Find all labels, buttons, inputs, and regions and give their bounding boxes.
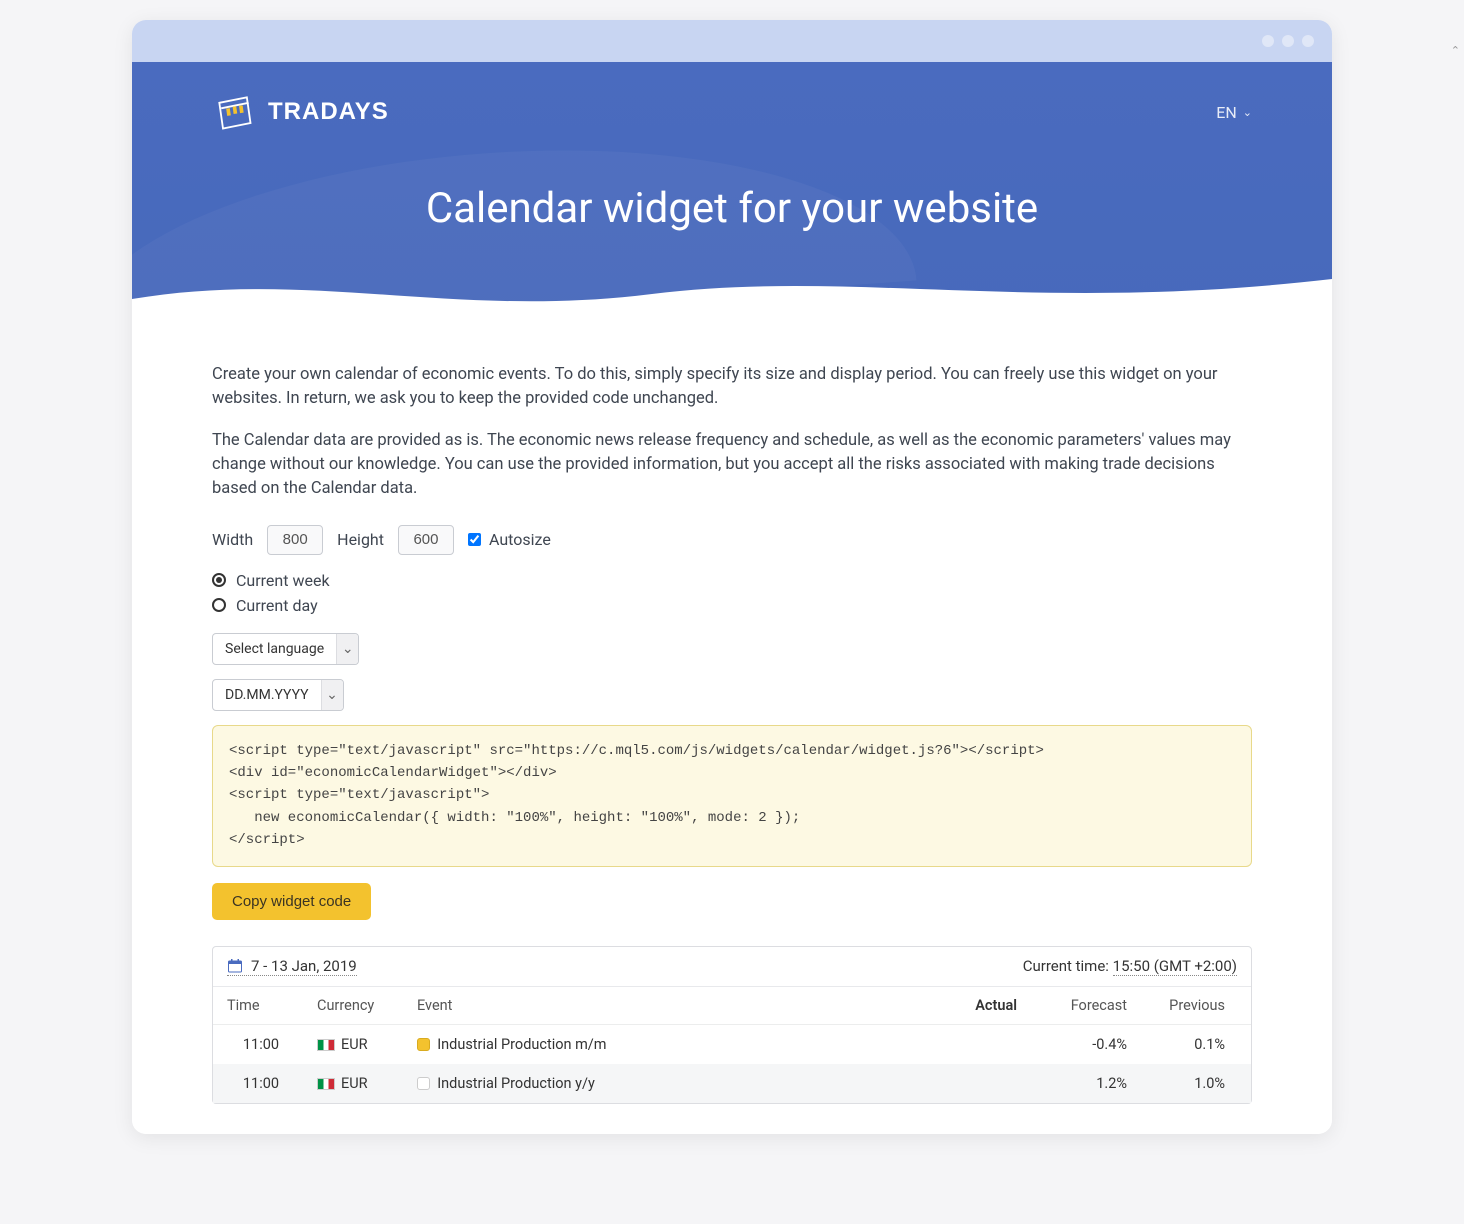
date-format-select[interactable]: DD.MM.YYYY ⌄ [212, 679, 344, 711]
date-range-text: 7 - 13 Jan, 2019 [251, 957, 357, 975]
cell-currency: EUR [303, 1024, 403, 1064]
table-header-row: Time Currency Event Actual Forecast Prev… [213, 987, 1251, 1025]
window-dot [1282, 35, 1294, 47]
current-time-label: Current time: [1023, 957, 1113, 975]
language-selector[interactable]: EN ⌄ [1216, 103, 1252, 122]
autosize-checkbox[interactable]: Autosize [468, 530, 551, 549]
calendar-logo-icon [212, 90, 256, 134]
hero-title: Calendar widget for your website [212, 184, 1252, 233]
brand-logo[interactable]: TRADAYS [212, 90, 389, 134]
width-input[interactable] [267, 525, 323, 555]
date-range-picker[interactable]: 7 - 13 Jan, 2019 [227, 957, 357, 976]
widget-header: 7 - 13 Jan, 2019 Current time: 15:50 (GM… [213, 947, 1251, 987]
chevron-down-icon: ⌄ [321, 680, 343, 710]
intro-paragraph-2: The Calendar data are provided as is. Th… [212, 429, 1252, 501]
calendar-icon [227, 958, 243, 974]
col-actual: Actual [931, 987, 1031, 1025]
cell-event: Industrial Production y/y [403, 1064, 931, 1103]
current-time: Current time: 15:50 (GMT +2:00) [1023, 957, 1237, 975]
select-value: Select language [213, 635, 336, 663]
flag-italy-icon [317, 1039, 335, 1051]
col-previous: Previous [1141, 987, 1251, 1025]
cell-previous: 1.0% [1141, 1064, 1251, 1103]
col-time: Time [213, 987, 303, 1025]
cell-time: 11:00 [213, 1064, 303, 1103]
brand-name: TRADAYS [268, 98, 389, 126]
calendar-widget-preview: 7 - 13 Jan, 2019 Current time: 15:50 (GM… [212, 946, 1252, 1104]
cell-currency: EUR [303, 1064, 403, 1103]
size-controls: Width Height Autosize [212, 525, 1252, 555]
cell-actual [931, 1064, 1031, 1103]
cell-forecast: -0.4% [1031, 1024, 1141, 1064]
col-forecast: Forecast [1031, 987, 1141, 1025]
importance-mid-icon [417, 1038, 430, 1051]
chevron-down-icon: ⌄ [1243, 106, 1252, 119]
period-radio-group: Current week Current day [212, 571, 1252, 615]
browser-titlebar [132, 20, 1332, 62]
table-row[interactable]: 11:00 EUR Industrial Production m/m -0.4… [213, 1024, 1251, 1064]
window-dot [1262, 35, 1274, 47]
chevron-down-icon: ⌄ [336, 634, 358, 664]
autosize-checkbox-input[interactable] [468, 533, 481, 546]
current-time-value[interactable]: 15:50 (GMT +2:00) [1113, 957, 1237, 976]
radio-current-week[interactable]: Current week [212, 571, 1252, 590]
cell-previous: 0.1% [1141, 1024, 1251, 1064]
width-label: Width [212, 530, 253, 549]
radio-label: Current week [236, 571, 330, 590]
flag-italy-icon [317, 1078, 335, 1090]
col-currency: Currency [303, 987, 403, 1025]
hero-wave-bottom [132, 264, 1332, 323]
height-label: Height [337, 530, 384, 549]
intro-paragraph-1: Create your own calendar of economic eve… [212, 363, 1252, 411]
radio-icon [212, 598, 226, 612]
col-event: Event [403, 987, 931, 1025]
window-dot [1302, 35, 1314, 47]
browser-frame: TRADAYS EN ⌄ Calendar widget for your we… [132, 20, 1332, 1134]
cell-event: Industrial Production m/m [403, 1024, 931, 1064]
embed-code-box[interactable]: <script type="text/javascript" src="http… [212, 725, 1252, 867]
cell-forecast: 1.2% [1031, 1064, 1141, 1103]
language-select[interactable]: Select language ⌄ [212, 633, 359, 665]
cell-actual [931, 1024, 1031, 1064]
cell-time: 11:00 [213, 1024, 303, 1064]
select-value: DD.MM.YYYY [213, 681, 321, 709]
radio-current-day[interactable]: Current day [212, 596, 1252, 615]
copy-widget-code-button[interactable]: Copy widget code [212, 883, 371, 920]
radio-label: Current day [236, 596, 318, 615]
events-tbody: 11:00 EUR Industrial Production m/m -0.4… [213, 1024, 1251, 1103]
main-content: Create your own calendar of economic eve… [132, 323, 1332, 1134]
hero-banner: TRADAYS EN ⌄ Calendar widget for your we… [132, 62, 1332, 323]
height-input[interactable] [398, 525, 454, 555]
language-code: EN [1216, 103, 1237, 122]
autosize-label: Autosize [489, 530, 551, 549]
radio-icon [212, 573, 226, 587]
importance-low-icon [417, 1077, 430, 1090]
table-row[interactable]: 11:00 EUR Industrial Production y/y 1.2%… [213, 1064, 1251, 1103]
events-table: Time Currency Event Actual Forecast Prev… [213, 987, 1251, 1103]
